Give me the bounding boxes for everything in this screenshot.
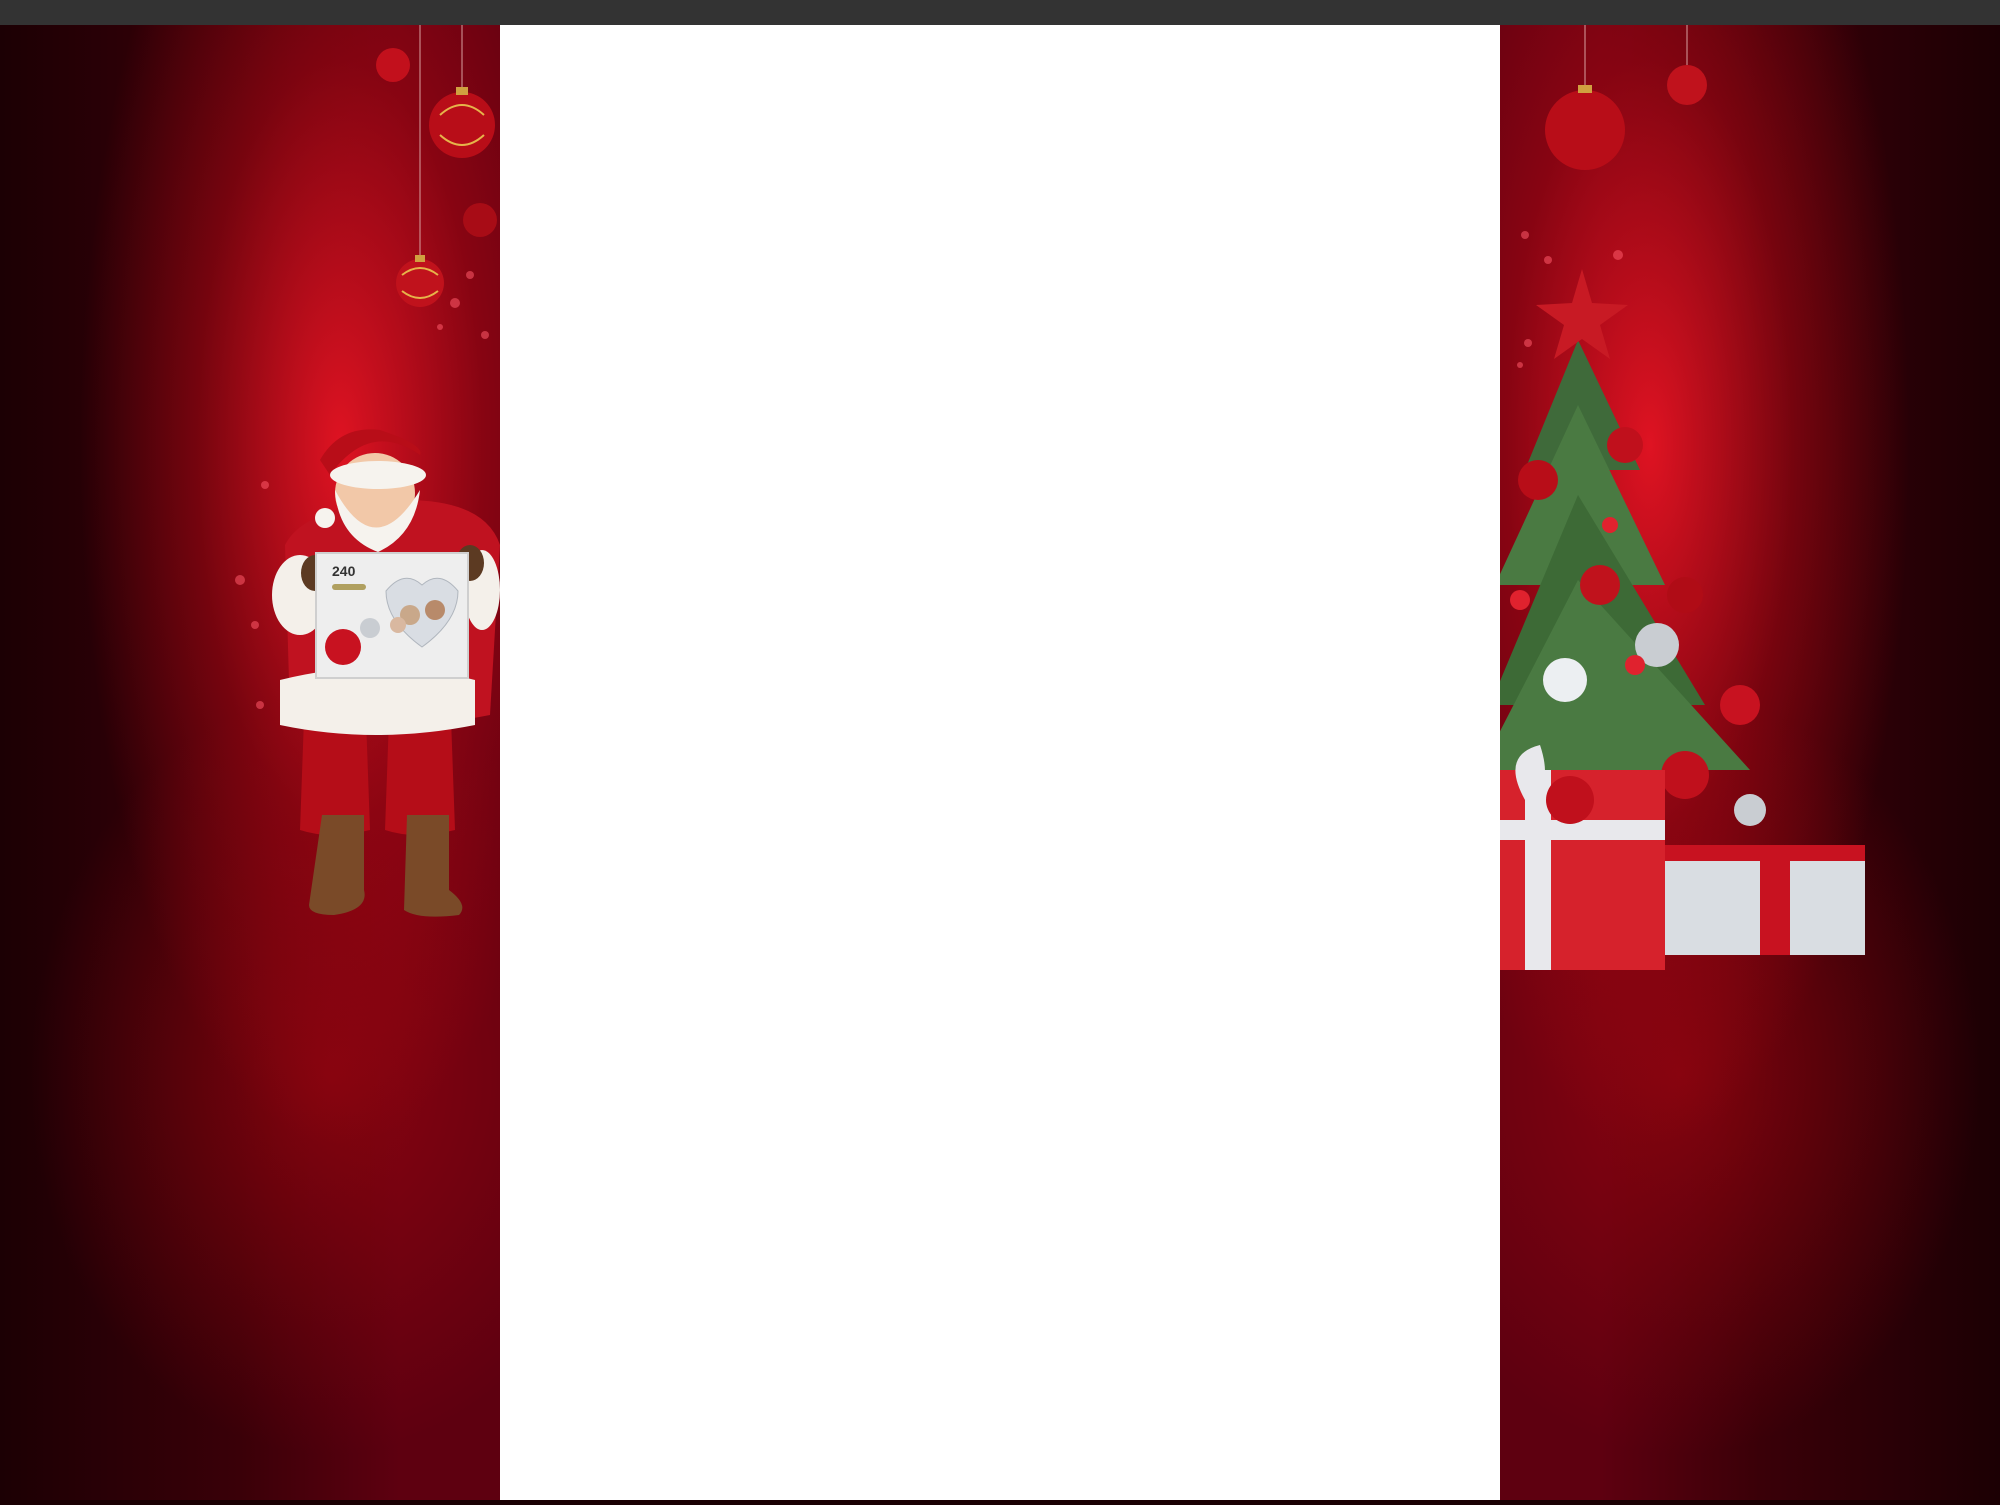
bauble-icon <box>463 203 497 237</box>
bauble-icon <box>1607 427 1643 463</box>
ornaments-right <box>1545 25 1707 170</box>
left-decoration: 240 <box>0 25 500 1500</box>
tree-scene <box>1480 25 1865 970</box>
christmas-tree <box>1480 269 1760 827</box>
bauble-icon <box>376 48 410 82</box>
santa-scene: 240 <box>235 25 500 917</box>
bauble-icon <box>1661 751 1709 799</box>
bauble-icon <box>1667 65 1707 105</box>
bauble-icon <box>1720 685 1760 725</box>
gift-box: 240 <box>315 552 469 679</box>
star-icon <box>1536 269 1628 359</box>
bauble-icon <box>1546 776 1594 824</box>
bauble-icon <box>325 629 361 665</box>
bauble-icon <box>396 259 444 307</box>
browser-top-bar <box>0 0 2000 26</box>
bauble-icon <box>1580 565 1620 605</box>
ornaments-left <box>376 25 497 307</box>
bauble-icon <box>429 92 495 158</box>
bauble-icon <box>1543 658 1587 702</box>
bauble-icon <box>1667 577 1703 613</box>
gift-box-label: 240 <box>332 563 356 579</box>
bauble-icon <box>1518 460 1558 500</box>
main-content-area <box>500 25 1500 1500</box>
bauble-icon <box>1734 794 1766 826</box>
right-decoration <box>1480 25 2000 1500</box>
bauble-icon <box>1545 90 1625 170</box>
